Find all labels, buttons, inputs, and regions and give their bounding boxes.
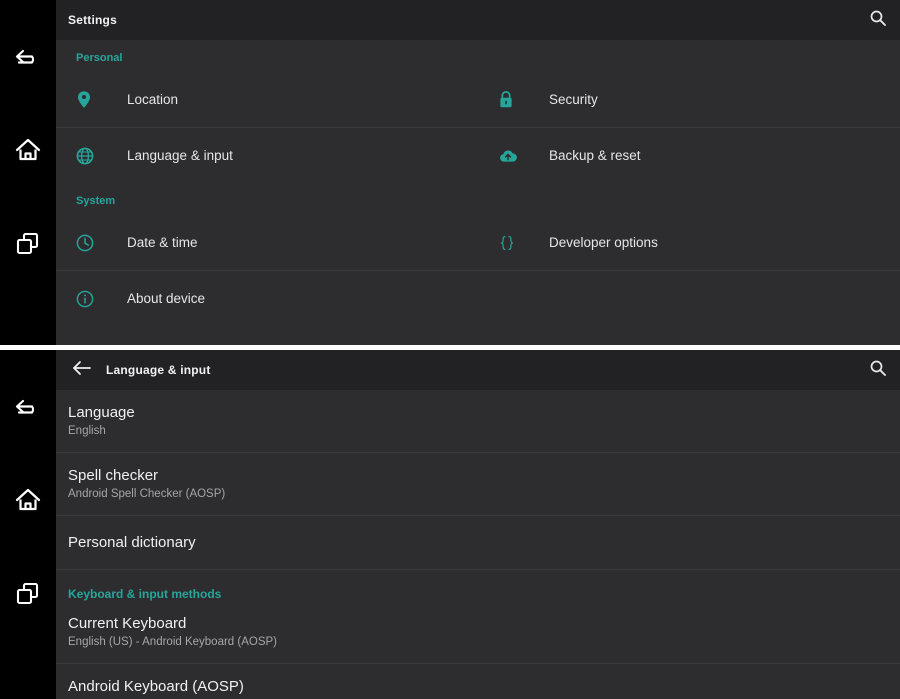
settings-panel: Settings Personal	[56, 0, 900, 345]
info-circle-icon	[76, 290, 110, 308]
recent-apps-icon	[14, 581, 42, 607]
language-input-list: Language English Spell checker Android S…	[56, 390, 900, 699]
list-item-spell-checker[interactable]: Spell checker Android Spell Checker (AOS…	[56, 453, 900, 515]
language-action-bar: Language & input	[56, 350, 900, 390]
settings-title: Settings	[68, 13, 117, 27]
list-item-android-keyboard[interactable]: Android Keyboard (AOSP) English (US)	[56, 664, 900, 699]
language-input-panel: Language & input Language English Spell …	[56, 350, 900, 699]
settings-item-label: Security	[549, 92, 598, 107]
settings-search-button[interactable]	[856, 0, 900, 40]
settings-item-label: Date & time	[127, 235, 198, 250]
home-icon	[14, 137, 42, 163]
list-item-title: Personal dictionary	[68, 533, 900, 552]
settings-item-date-time[interactable]: Date & time	[56, 215, 478, 270]
settings-item-label: Developer options	[549, 235, 658, 250]
list-item-title: Current Keyboard	[68, 614, 900, 633]
back-icon	[13, 395, 43, 419]
clock-icon	[76, 234, 110, 252]
settings-action-bar: Settings	[56, 0, 900, 40]
settings-item-label: About device	[127, 291, 205, 306]
list-item-title: Spell checker	[68, 466, 900, 485]
list-item-title: Android Keyboard (AOSP)	[68, 677, 900, 696]
back-button[interactable]	[0, 395, 56, 419]
list-item-personal-dictionary[interactable]: Personal dictionary	[56, 516, 900, 569]
settings-item-label: Backup & reset	[549, 148, 641, 163]
language-search-button[interactable]	[856, 350, 900, 390]
settings-list: Personal Location	[56, 40, 900, 345]
settings-item-security[interactable]: Security	[478, 72, 900, 127]
search-icon	[869, 359, 887, 382]
language-title: Language & input	[106, 363, 211, 377]
navigation-bar-bottom	[0, 350, 56, 699]
list-item-subtitle: English	[68, 423, 900, 439]
back-button[interactable]	[0, 45, 56, 69]
settings-item-language-input[interactable]: Language & input	[56, 128, 478, 183]
settings-item-label: Location	[127, 92, 178, 107]
settings-item-about-device[interactable]: About device	[56, 271, 478, 326]
settings-item-location[interactable]: Location	[56, 72, 478, 127]
search-icon	[869, 9, 887, 32]
device-screen: Settings Personal	[0, 0, 900, 699]
settings-item-label: Language & input	[127, 148, 233, 163]
globe-icon	[76, 147, 110, 165]
settings-item-developer-options[interactable]: Developer options	[478, 215, 900, 270]
recent-apps-button[interactable]	[0, 581, 56, 607]
list-item-subtitle: Android Spell Checker (AOSP)	[68, 486, 900, 502]
recent-apps-icon	[14, 231, 42, 257]
home-button[interactable]	[0, 487, 56, 513]
list-item-title: Language	[68, 403, 900, 422]
section-header-personal: Personal	[56, 40, 478, 72]
list-item-language[interactable]: Language English	[56, 390, 900, 452]
braces-icon	[498, 234, 532, 252]
settings-item-backup-reset[interactable]: Backup & reset	[478, 128, 900, 183]
back-icon	[13, 45, 43, 69]
lock-icon	[498, 90, 532, 109]
home-button[interactable]	[0, 137, 56, 163]
settings-column-right: Personal Security	[478, 40, 900, 345]
home-icon	[14, 487, 42, 513]
list-item-current-keyboard[interactable]: Current Keyboard English (US) - Android …	[56, 607, 900, 663]
settings-column-left: Personal Location	[56, 40, 478, 345]
list-item-subtitle: English (US) - Android Keyboard (AOSP)	[68, 634, 900, 650]
cloud-upload-icon	[498, 148, 532, 164]
recent-apps-button[interactable]	[0, 231, 56, 257]
arrow-left-icon	[72, 360, 92, 381]
section-header-system: System	[56, 183, 478, 215]
navigation-bar-top	[0, 0, 56, 345]
up-navigation-button[interactable]	[64, 350, 100, 390]
location-pin-icon	[76, 90, 110, 109]
settings-divider	[478, 270, 900, 271]
section-header-keyboard-input-methods: Keyboard & input methods	[56, 570, 900, 607]
